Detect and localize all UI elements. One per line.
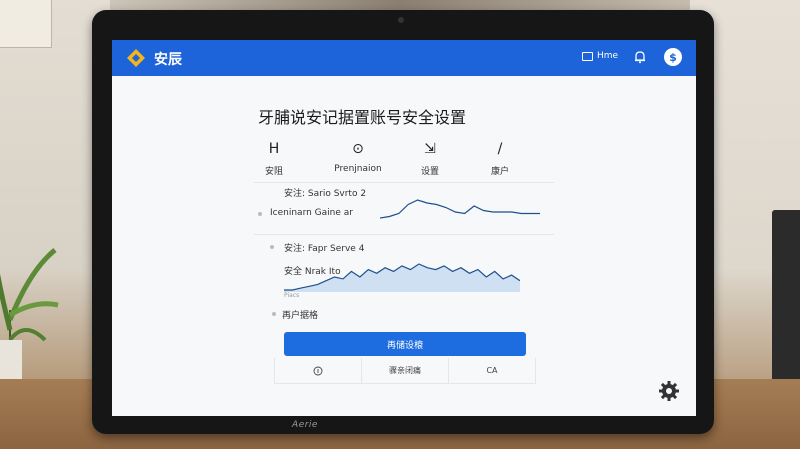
tab-icon-circle: ⊙ (352, 141, 364, 157)
card-2-caption: Piacs (284, 292, 300, 299)
tab-icon-slash: / (497, 141, 503, 157)
tab-icon-export: ⇲ (424, 141, 436, 157)
bullet-dot (258, 212, 262, 216)
app-logo-icon (127, 49, 145, 67)
tab-icon-h: H (268, 141, 280, 157)
plant (0, 248, 59, 390)
tab-security[interactable]: H 安阻 (234, 140, 314, 177)
segment-2[interactable]: 骤亲闭痛 (362, 358, 449, 383)
user-avatar[interactable]: $ (664, 48, 682, 66)
home-link[interactable]: Hme (582, 51, 618, 61)
segment-info[interactable] (275, 358, 362, 383)
page-title: 牙脯说安记据置账号安全设置 (258, 108, 467, 127)
chart-series-line (380, 199, 540, 219)
section-label: 再户据格 (282, 311, 319, 321)
laptop-screen: 安辰 Hme $ 牙脯说安记据置账号安全设置 H 安阻 ⊙ Prenjnaion… (112, 40, 696, 416)
divider (254, 234, 554, 235)
home-icon (582, 51, 593, 61)
app-title: 安辰 (154, 52, 182, 68)
webcam (398, 17, 404, 23)
divider (254, 182, 554, 183)
primary-button[interactable]: 再储设榱 (284, 332, 526, 356)
bullet-dot (270, 245, 274, 249)
tab-label: Prenjnaion (334, 164, 382, 174)
card-2-title: 安注: Fapr Serve 4 (284, 244, 365, 254)
wall-note (0, 0, 52, 48)
bullet-dot (272, 312, 276, 316)
card-1-subtitle: Iceninarn Gaine ar (270, 208, 353, 218)
card-2-area-chart (284, 263, 520, 292)
segment-3[interactable]: CA (449, 358, 535, 383)
tab-permission[interactable]: ⊙ Prenjnaion (318, 140, 398, 174)
card-1-line-chart (380, 199, 540, 219)
tab-settings[interactable]: ⇲ 设置 (390, 140, 470, 177)
svg-text:$: $ (669, 51, 677, 64)
app-header: 安辰 Hme $ (112, 40, 696, 76)
info-icon (313, 366, 323, 375)
notification-bell-icon[interactable] (633, 50, 647, 64)
gear-icon[interactable] (658, 380, 680, 402)
tab-label: 安阻 (264, 167, 283, 177)
segment-bar: 骤亲闭痛 CA (274, 358, 536, 384)
tab-label: 设置 (420, 167, 439, 177)
side-device (772, 210, 800, 400)
home-label: Hme (597, 51, 619, 61)
chart-area (284, 264, 520, 292)
tab-account[interactable]: / 康户 (460, 140, 540, 177)
dollar-icon: $ (669, 51, 677, 64)
tab-label: 康户 (490, 167, 509, 177)
laptop-brand-logo: Aerie (292, 420, 318, 430)
card-1-title: 安注: Sario Svrto 2 (284, 189, 367, 199)
